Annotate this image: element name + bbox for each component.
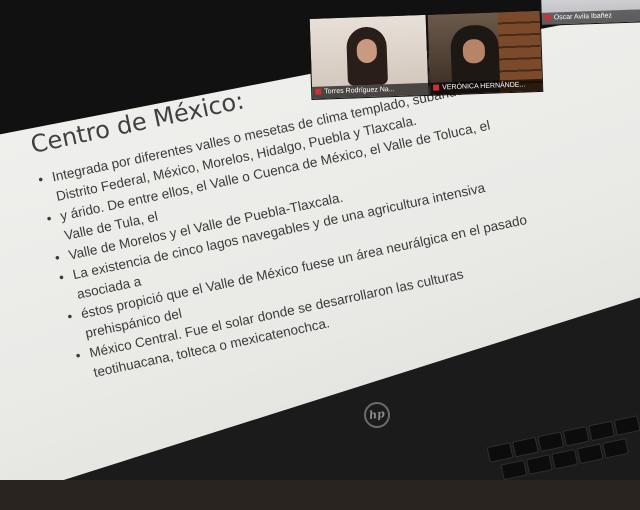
keyboard-key bbox=[588, 420, 616, 442]
mic-muted-icon bbox=[315, 88, 322, 95]
participant-label: VERÓNICA HERNÁNDE... bbox=[429, 78, 543, 95]
keyboard-key bbox=[525, 454, 553, 475]
participant-video bbox=[345, 26, 388, 86]
mic-muted-icon bbox=[433, 84, 440, 91]
participant-tile[interactable]: Torres Rodríguez Na... bbox=[308, 13, 430, 100]
keyboard-key bbox=[537, 431, 565, 453]
keyboard-key bbox=[551, 448, 579, 470]
video-tiles: Torres Rodríguez Na... VERÓNICA HERNÁNDE… bbox=[308, 0, 640, 100]
keyboard-key bbox=[486, 442, 514, 463]
participant-tile[interactable]: Oscar Avila Ibañez bbox=[539, 0, 640, 26]
keyboard-key bbox=[500, 459, 528, 481]
participant-video bbox=[449, 24, 501, 87]
participant-label: Oscar Avila Ibañez bbox=[541, 9, 640, 25]
participant-name: Torres Rodríguez Na... bbox=[324, 86, 395, 96]
participant-name: Oscar Avila Ibañez bbox=[553, 12, 613, 22]
participant-name: VERÓNICA HERNÁNDE... bbox=[442, 81, 526, 92]
mic-muted-icon bbox=[544, 14, 551, 21]
keyboard-key bbox=[576, 443, 604, 465]
keyboard-key bbox=[602, 438, 630, 459]
participant-tile[interactable]: VERÓNICA HERNÁNDE... bbox=[426, 9, 544, 96]
keyboard-key bbox=[613, 415, 640, 436]
keyboard-key bbox=[511, 436, 539, 458]
keyboard-key bbox=[562, 425, 590, 447]
